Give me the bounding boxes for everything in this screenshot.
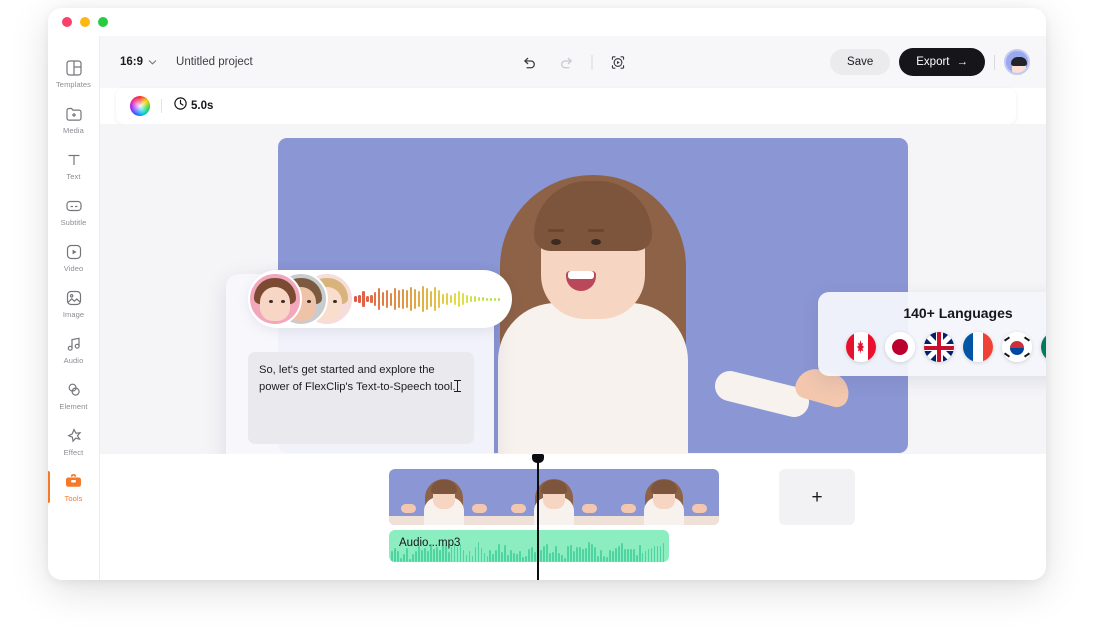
sidebar-item-label: Tools [64, 493, 83, 503]
flag-france [962, 332, 993, 362]
sidebar-item-label: Text [66, 171, 81, 181]
app-window: Templates Media Text Subtitle Video Imag… [48, 8, 1046, 580]
sidebar-item-element[interactable]: Element [48, 372, 100, 418]
tools-icon [64, 472, 84, 492]
video-thumbnail [389, 469, 499, 525]
media-icon [64, 104, 84, 124]
aspect-ratio-selector[interactable]: 16:9 [120, 56, 157, 68]
clock-icon [173, 96, 188, 116]
canvas-area: So, let's get started and explore the po… [100, 124, 1046, 454]
audio-clip[interactable]: Audio...mp3 [389, 530, 669, 562]
subtitle-icon [64, 196, 84, 216]
sidebar-item-label: Templates [55, 79, 92, 89]
flag-south-korea [1001, 332, 1032, 362]
tts-panel: So, let's get started and explore the po… [226, 270, 512, 454]
flag-united-kingdom [923, 332, 954, 362]
video-thumbnail [609, 469, 719, 525]
duration-value: 5.0s [191, 100, 214, 112]
timeline: + Audio...mp3 [100, 454, 1046, 580]
toolbar-divider [994, 54, 995, 70]
flag-japan [884, 332, 915, 362]
languages-panel: 140+ Languages [818, 292, 1046, 376]
project-title[interactable]: Untitled project [176, 56, 253, 68]
sidebar-item-audio[interactable]: Audio [48, 326, 100, 372]
video-icon [64, 242, 84, 262]
sidebar-item-label: Effect [63, 447, 84, 457]
languages-title: 140+ Languages [903, 305, 1013, 321]
sidebar-item-label: Element [59, 401, 88, 411]
text-cursor-icon [453, 380, 461, 392]
sidebar-item-label: Audio [63, 355, 84, 365]
sidebar: Templates Media Text Subtitle Video Imag… [48, 36, 100, 580]
video-clip[interactable] [389, 469, 719, 525]
tts-voice-header [248, 270, 512, 328]
flag-canada [845, 332, 876, 362]
avatar-hair [1011, 57, 1027, 66]
sidebar-item-subtitle[interactable]: Subtitle [48, 188, 100, 234]
minimize-button[interactable] [80, 17, 90, 27]
property-divider [161, 99, 162, 113]
sidebar-item-effect[interactable]: Effect [48, 418, 100, 464]
titlebar [48, 8, 1046, 36]
voice-avatar-group[interactable] [248, 270, 354, 328]
tts-script-input[interactable]: So, let's get started and explore the po… [248, 352, 474, 444]
duration-control[interactable]: 5.0s [173, 96, 213, 116]
add-media-button[interactable]: + [779, 469, 855, 525]
voice-avatar-1 [248, 272, 302, 326]
tts-script-text-wrap: So, let's get started and explore the po… [259, 362, 463, 396]
sidebar-item-templates[interactable]: Templates [48, 50, 100, 96]
avatar[interactable] [1004, 49, 1030, 75]
redo-icon[interactable] [554, 49, 580, 75]
sidebar-item-image[interactable]: Image [48, 280, 100, 326]
effect-icon [64, 426, 84, 446]
element-icon [64, 380, 84, 400]
arrow-right-icon: → [956, 56, 969, 68]
export-button-label: Export [916, 56, 950, 68]
maximize-button[interactable] [98, 17, 108, 27]
undo-icon[interactable] [516, 49, 542, 75]
toolbar-right-group: Save Export → [830, 48, 1030, 76]
audio-icon [64, 334, 84, 354]
color-wheel-icon[interactable] [130, 96, 150, 116]
preview-icon[interactable] [605, 49, 631, 75]
toolbar-center-group [516, 49, 631, 75]
toolbar-divider [591, 54, 593, 70]
flag-cameroon [1040, 332, 1046, 362]
plus-icon: + [811, 486, 823, 508]
tts-script-text: So, let's get started and explore the po… [259, 364, 456, 393]
save-button[interactable]: Save [830, 49, 891, 75]
text-icon [64, 150, 84, 170]
sidebar-item-label: Image [62, 309, 85, 319]
sidebar-item-tools[interactable]: Tools [48, 464, 100, 510]
aspect-ratio-value: 16:9 [120, 56, 144, 68]
sidebar-item-video[interactable]: Video [48, 234, 100, 280]
sidebar-item-label: Subtitle [60, 217, 87, 227]
playhead[interactable] [533, 454, 543, 580]
close-button[interactable] [62, 17, 72, 27]
templates-icon [64, 58, 84, 78]
sidebar-item-media[interactable]: Media [48, 96, 100, 142]
flag-row [845, 332, 1046, 362]
top-toolbar: 16:9 Untitled project Save Export → [100, 36, 1046, 88]
sidebar-item-label: Media [63, 125, 84, 135]
sidebar-item-text[interactable]: Text [48, 142, 100, 188]
export-button[interactable]: Export → [899, 48, 985, 76]
sidebar-item-label: Video [63, 263, 84, 273]
audio-clip-label: Audio...mp3 [399, 537, 461, 549]
video-thumbnail [499, 469, 609, 525]
chevron-down-icon [148, 57, 157, 67]
image-icon [64, 288, 84, 308]
property-bar: 5.0s [116, 88, 1016, 124]
